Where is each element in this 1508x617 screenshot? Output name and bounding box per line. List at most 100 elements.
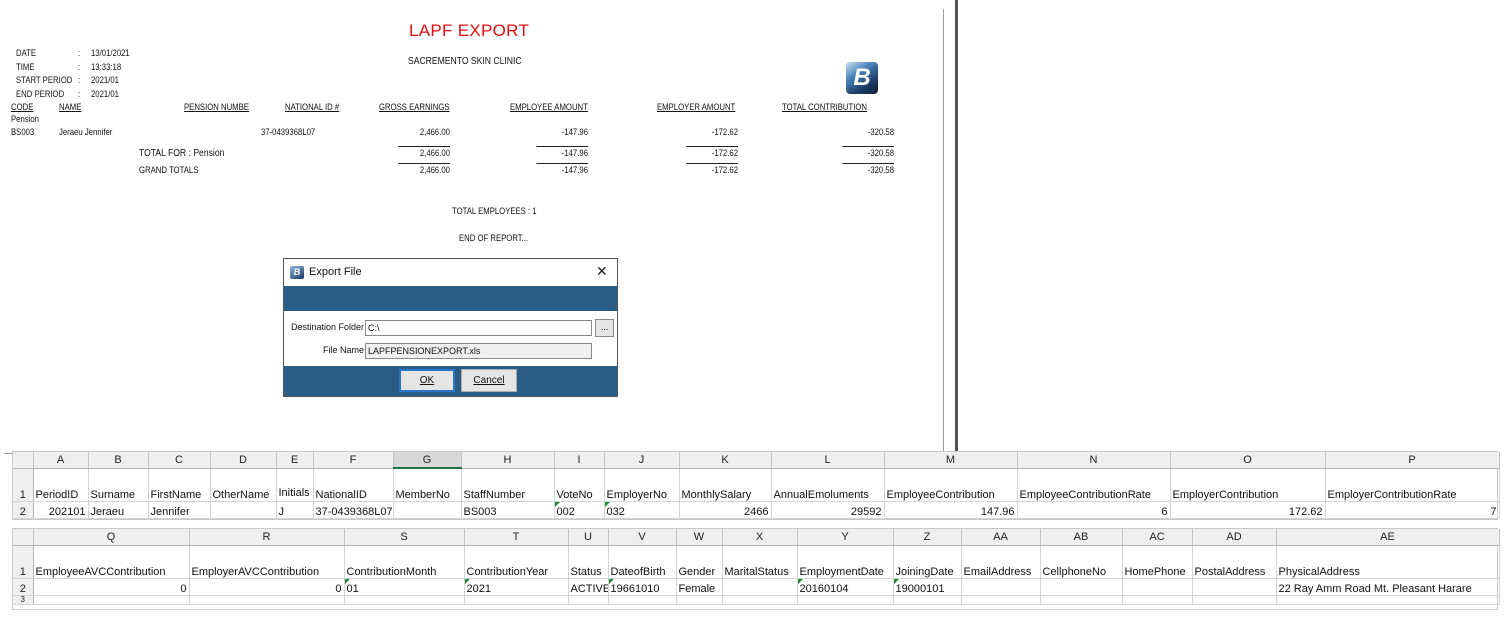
header-cell[interactable]: CellphoneNo: [1040, 545, 1123, 579]
data-cell[interactable]: ACTIVE: [568, 578, 609, 596]
header-cell[interactable]: AnnualEmoluments: [771, 468, 885, 502]
col-header[interactable]: H: [461, 452, 555, 469]
data-cell[interactable]: J: [276, 501, 314, 519]
col-header[interactable]: U: [568, 529, 609, 546]
empty-cell[interactable]: [893, 595, 962, 605]
row-number[interactable]: 2: [13, 578, 34, 596]
header-cell[interactable]: PhysicalAddress: [1276, 545, 1500, 579]
row-number[interactable]: 3: [13, 595, 34, 605]
col-header[interactable]: P: [1325, 452, 1500, 469]
empty-cell[interactable]: [961, 595, 1041, 605]
close-icon[interactable]: ✕: [596, 263, 608, 280]
col-header-selected[interactable]: G: [393, 452, 462, 469]
col-header[interactable]: AE: [1276, 529, 1500, 546]
data-cell[interactable]: [1122, 578, 1193, 596]
header-cell[interactable]: EmployerAVCContribution: [189, 545, 345, 579]
data-cell[interactable]: 032: [604, 501, 680, 519]
header-cell[interactable]: StaffNumber: [461, 468, 555, 502]
col-header[interactable]: S: [344, 529, 465, 546]
header-cell[interactable]: FirstName: [148, 468, 211, 502]
data-cell[interactable]: [210, 501, 277, 519]
header-cell[interactable]: ContributionMonth: [344, 545, 465, 579]
data-cell[interactable]: 2466: [679, 501, 772, 519]
header-cell[interactable]: MemberNo: [393, 468, 462, 502]
header-cell[interactable]: EmailAddress: [961, 545, 1041, 579]
data-cell[interactable]: 147.96: [884, 501, 1018, 519]
data-cell[interactable]: [961, 578, 1041, 596]
ok-button[interactable]: OK: [399, 369, 455, 392]
header-cell[interactable]: Initials: [276, 468, 314, 502]
col-header[interactable]: D: [210, 452, 277, 469]
empty-cell[interactable]: [1122, 595, 1193, 605]
data-cell[interactable]: 19661010: [608, 578, 677, 596]
col-header[interactable]: R: [189, 529, 345, 546]
data-cell[interactable]: Jennifer: [148, 501, 211, 519]
data-cell[interactable]: [1192, 578, 1277, 596]
browse-button[interactable]: ...: [595, 319, 614, 337]
header-cell[interactable]: Gender: [676, 545, 723, 579]
header-cell[interactable]: MonthlySalary: [679, 468, 772, 502]
data-cell[interactable]: [1040, 578, 1123, 596]
header-cell[interactable]: VoteNo: [554, 468, 605, 502]
header-cell[interactable]: EmployerContribution: [1170, 468, 1326, 502]
data-cell[interactable]: 6: [1017, 501, 1171, 519]
data-cell[interactable]: 2021: [464, 578, 569, 596]
col-header[interactable]: M: [884, 452, 1018, 469]
data-cell[interactable]: Jeraeu: [88, 501, 149, 519]
data-cell[interactable]: 29592: [771, 501, 885, 519]
col-header[interactable]: L: [771, 452, 885, 469]
empty-cell[interactable]: [344, 595, 465, 605]
data-cell[interactable]: 202101: [33, 501, 89, 519]
header-cell[interactable]: Status: [568, 545, 609, 579]
select-all-corner[interactable]: [13, 452, 34, 469]
data-cell[interactable]: 22 Ray Amm Road Mt. Pleasant Harare: [1276, 578, 1500, 596]
header-cell[interactable]: EmployeeContributionRate: [1017, 468, 1171, 502]
header-cell[interactable]: JoiningDate: [893, 545, 962, 579]
empty-cell[interactable]: [1192, 595, 1277, 605]
data-cell[interactable]: [722, 578, 798, 596]
col-header[interactable]: K: [679, 452, 772, 469]
data-cell[interactable]: 7: [1325, 501, 1500, 519]
empty-cell[interactable]: [33, 595, 190, 605]
empty-cell[interactable]: [189, 595, 345, 605]
col-header[interactable]: C: [148, 452, 211, 469]
col-header[interactable]: A: [33, 452, 89, 469]
header-cell[interactable]: NationalID: [313, 468, 394, 502]
empty-cell[interactable]: [1276, 595, 1500, 605]
data-cell[interactable]: 0: [189, 578, 345, 596]
col-header[interactable]: O: [1170, 452, 1326, 469]
data-cell[interactable]: BS003: [461, 501, 555, 519]
empty-cell[interactable]: [568, 595, 609, 605]
header-cell[interactable]: PostalAddress: [1192, 545, 1277, 579]
col-header[interactable]: X: [722, 529, 798, 546]
empty-cell[interactable]: [676, 595, 723, 605]
col-header[interactable]: AB: [1040, 529, 1123, 546]
col-header[interactable]: Q: [33, 529, 190, 546]
row-number[interactable]: 2: [13, 501, 34, 519]
row-number[interactable]: 1: [13, 545, 34, 579]
data-cell[interactable]: [393, 501, 462, 519]
data-cell[interactable]: 37-0439368L07: [313, 501, 394, 519]
select-all-corner[interactable]: [13, 529, 34, 546]
header-cell[interactable]: EmployerContributionRate: [1325, 468, 1500, 502]
col-header[interactable]: AC: [1122, 529, 1193, 546]
header-cell[interactable]: EmploymentDate: [797, 545, 894, 579]
empty-cell[interactable]: [464, 595, 569, 605]
header-cell[interactable]: HomePhone: [1122, 545, 1193, 579]
data-cell[interactable]: Female: [676, 578, 723, 596]
empty-cell[interactable]: [608, 595, 677, 605]
col-header[interactable]: B: [88, 452, 149, 469]
header-cell[interactable]: OtherName: [210, 468, 277, 502]
empty-cell[interactable]: [797, 595, 894, 605]
col-header[interactable]: F: [313, 452, 394, 469]
data-cell[interactable]: 0: [33, 578, 190, 596]
cancel-button[interactable]: Cancel: [461, 369, 517, 392]
col-header[interactable]: I: [554, 452, 605, 469]
col-header[interactable]: AA: [961, 529, 1041, 546]
col-header[interactable]: V: [608, 529, 677, 546]
col-header[interactable]: Z: [893, 529, 962, 546]
header-cell[interactable]: ContributionYear: [464, 545, 569, 579]
col-header[interactable]: W: [676, 529, 723, 546]
header-cell[interactable]: DateofBirth: [608, 545, 677, 579]
header-cell[interactable]: EmployeeAVCContribution: [33, 545, 190, 579]
